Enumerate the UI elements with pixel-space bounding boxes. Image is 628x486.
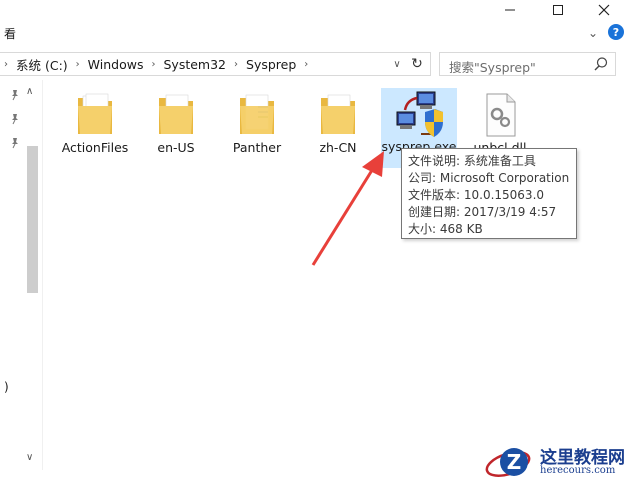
pane-divider[interactable]	[42, 80, 43, 470]
breadcrumb-sysprep[interactable]: Sysprep	[242, 57, 300, 72]
title-bar	[0, 0, 628, 20]
refresh-button[interactable]: ↻	[406, 53, 428, 75]
chevron-down-icon: ∨	[393, 58, 401, 70]
search-box[interactable]: 搜索"Sysprep"	[439, 52, 616, 76]
watermark-domain: herecours.com	[540, 465, 616, 476]
close-button[interactable]	[584, 0, 624, 20]
file-tooltip: 文件说明: 系统准备工具 公司: Microsoft Corporation 文…	[401, 148, 577, 239]
close-icon	[598, 4, 610, 16]
refresh-icon: ↻	[411, 56, 423, 72]
minimize-button[interactable]	[490, 0, 530, 20]
address-bar[interactable]: › 系统 (C:) › Windows › System32 › Sysprep…	[0, 52, 431, 76]
nav-scrollbar-thumb[interactable]	[27, 146, 38, 293]
tooltip-created: 创建日期: 2017/3/19 4:57	[408, 205, 557, 219]
folder-icon	[321, 94, 355, 134]
sysprep-exe-icon	[396, 91, 443, 137]
chevron-right-icon[interactable]: ›	[300, 59, 312, 70]
breadcrumb: › 系统 (C:) › Windows › System32 › Sysprep…	[0, 53, 312, 75]
tooltip-version: 文件版本: 10.0.15063.0	[408, 188, 545, 202]
dll-file-icon	[486, 93, 516, 137]
watermark-logo-icon: Z	[485, 448, 531, 477]
search-icon[interactable]	[592, 55, 610, 73]
maximize-icon	[553, 5, 563, 15]
minimize-icon	[505, 9, 515, 11]
scroll-down-icon[interactable]: ∨	[26, 452, 33, 463]
maximize-button[interactable]	[538, 0, 578, 20]
tooltip-description: 文件说明: 系统准备工具	[408, 154, 536, 168]
chevron-right-icon[interactable]: ›	[230, 59, 242, 70]
breadcrumb-drive[interactable]: 系统 (C:)	[12, 55, 72, 74]
chevron-down-icon[interactable]: ⌄	[588, 26, 598, 40]
chevron-right-icon[interactable]: ›	[72, 59, 84, 70]
watermark: Z 这里教程网 herecours.com	[480, 440, 628, 486]
chevron-right-icon[interactable]: ›	[147, 59, 159, 70]
help-icon[interactable]: ?	[608, 24, 624, 40]
file-item-panther[interactable]: Panther	[220, 88, 294, 166]
file-name: ActionFiles	[61, 140, 129, 155]
file-name: en-US	[157, 140, 195, 155]
nav-item-label[interactable]: )	[4, 380, 9, 394]
scroll-up-icon[interactable]: ∧	[26, 86, 33, 97]
pin-icon[interactable]	[8, 136, 22, 150]
search-input[interactable]: 搜索"Sysprep"	[449, 57, 536, 76]
folder-icon	[240, 94, 274, 134]
tooltip-company: 公司: Microsoft Corporation	[408, 171, 570, 185]
svg-text:Z: Z	[507, 450, 522, 474]
breadcrumb-windows[interactable]: Windows	[84, 57, 148, 72]
ribbon-menu-row: 看 ⌄ ?	[0, 20, 628, 46]
folder-icon	[78, 93, 112, 134]
file-item-en-us[interactable]: en-US	[139, 88, 213, 166]
breadcrumb-system32[interactable]: System32	[159, 57, 230, 72]
menu-view-tab[interactable]: 看	[4, 25, 16, 42]
folder-icon	[159, 94, 193, 134]
navigation-pane: ∧ ) ∨	[0, 80, 42, 470]
pin-icon[interactable]	[8, 88, 22, 102]
annotation-arrow	[311, 151, 384, 266]
pin-icon[interactable]	[8, 112, 22, 126]
chevron-right-icon[interactable]: ›	[0, 59, 12, 70]
address-history-button[interactable]: ∨	[388, 53, 406, 75]
file-item-actionfiles[interactable]: ActionFiles	[58, 88, 132, 166]
file-name: Panther	[232, 140, 282, 155]
tooltip-size: 大小: 468 KB	[408, 222, 483, 236]
